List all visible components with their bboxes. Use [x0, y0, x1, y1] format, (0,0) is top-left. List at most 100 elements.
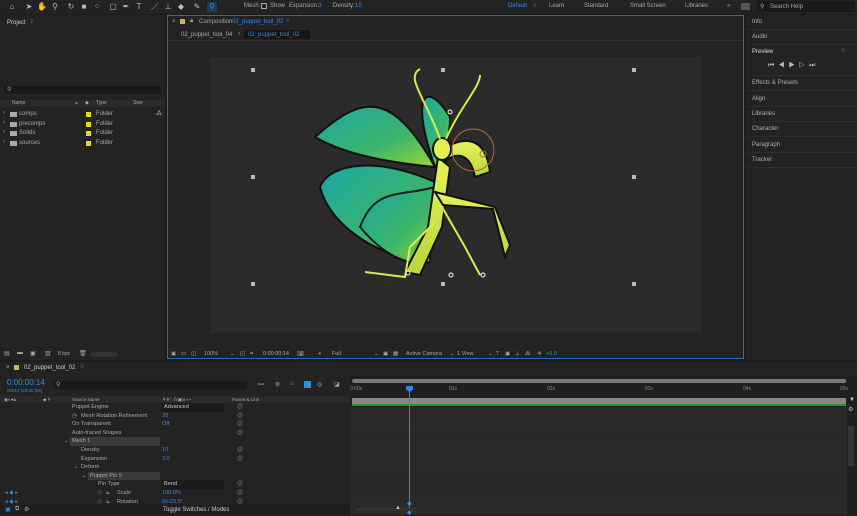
channel-icon[interactable]: ●: [318, 349, 321, 359]
transform-handle[interactable]: [441, 68, 445, 72]
fast-previews-icon[interactable]: ▣: [505, 349, 510, 359]
transform-handle[interactable]: [251, 68, 255, 72]
breadcrumb-current[interactable]: 02_puppet_tool_02: [244, 30, 310, 39]
panel-preview[interactable]: Preview: [752, 49, 773, 55]
flowchart-icon[interactable]: ⁂: [156, 110, 162, 117]
stopwatch-icon[interactable]: ◷: [97, 489, 102, 498]
expression-pick-whip-icon[interactable]: @: [237, 446, 243, 455]
play-icon[interactable]: ▶: [789, 62, 799, 69]
transform-handle[interactable]: [632, 175, 636, 179]
breadcrumb-item[interactable]: 02_puppet_tool_04: [181, 32, 232, 38]
panel-menu-icon[interactable]: ≡: [30, 19, 34, 25]
transform-handle[interactable]: [251, 282, 255, 286]
panel-audio[interactable]: Audio: [752, 34, 767, 40]
panel-menu-icon[interactable]: ≡: [286, 18, 290, 24]
brush-tool-icon[interactable]: ／: [150, 2, 160, 12]
property-row[interactable]: Puppet Engine Advanced @: [0, 403, 350, 412]
zoom-slider[interactable]: [355, 508, 415, 511]
property-row[interactable]: ⌄ Puppet Pin 5: [0, 471, 350, 481]
previous-frame-icon[interactable]: ◀: [778, 62, 788, 69]
panel-tracker[interactable]: Tracker: [752, 157, 772, 163]
transform-handle[interactable]: [251, 175, 255, 179]
current-time[interactable]: 0:00:00:14: [263, 349, 289, 359]
frame-blending-icon[interactable]: [304, 381, 311, 388]
property-row[interactable]: Expansion 3.0 @: [0, 455, 350, 464]
hand-tool-icon[interactable]: ✋: [37, 2, 47, 12]
comp-marker-icon[interactable]: ▼: [849, 397, 855, 403]
toggle-pixel-aspect-icon[interactable]: ⊤: [495, 349, 500, 359]
new-folder-icon[interactable]: ▬: [17, 350, 23, 356]
bit-depth[interactable]: 8 bpc: [58, 351, 70, 357]
panel-libraries[interactable]: Libraries: [752, 111, 775, 117]
expansion-value[interactable]: 3: [318, 3, 321, 9]
sort-icon[interactable]: ▲: [74, 100, 79, 107]
property-row[interactable]: On Transparent Off @: [0, 420, 350, 429]
zoom-tool-icon[interactable]: ⚲: [50, 2, 60, 12]
layer-switches-icon[interactable]: ▣: [5, 506, 11, 513]
graph-icon[interactable]: ⊾: [106, 489, 111, 498]
zoom-in-icon[interactable]: ▲: [395, 505, 401, 511]
project-search-input[interactable]: ⚲: [4, 86, 161, 94]
toggle-switches-modes[interactable]: Toggle Switches / Modes: [163, 507, 229, 513]
lock-icon[interactable]: 🔒︎: [190, 18, 193, 25]
resolution-toggle-icon[interactable]: ◰: [240, 349, 245, 359]
expression-pick-whip-icon[interactable]: @: [237, 480, 243, 489]
exposure-value[interactable]: +0.0: [546, 349, 557, 359]
timeline-search-input[interactable]: ⚲: [53, 381, 247, 389]
expression-pick-whip-icon[interactable]: @: [237, 403, 243, 412]
composition-canvas[interactable]: [210, 57, 701, 333]
vr-icon[interactable]: ◫: [191, 349, 196, 359]
thumbnail-slider[interactable]: [90, 352, 118, 357]
project-settings-icon[interactable]: ▥: [45, 350, 51, 357]
exposure-icon[interactable]: ✲: [537, 349, 542, 359]
panel-menu-icon[interactable]: ≡: [841, 48, 845, 54]
panel-align[interactable]: Align: [752, 96, 765, 102]
flowchart-icon[interactable]: ⁂: [525, 349, 531, 359]
rotate-tool-icon[interactable]: ↻: [66, 2, 76, 12]
list-item[interactable]: › sources Folder: [0, 139, 165, 148]
region-of-interest-icon[interactable]: ▣: [383, 349, 388, 359]
label-color[interactable]: [86, 121, 91, 127]
property-value[interactable]: 20: [162, 412, 168, 421]
stopwatch-icon[interactable]: ◷: [72, 412, 77, 421]
transform-handle[interactable]: [632, 68, 636, 72]
timeline-timecode[interactable]: 0:00:00:14: [7, 378, 45, 387]
column-size[interactable]: Size: [133, 100, 143, 107]
clone-stamp-icon[interactable]: ⊥: [163, 2, 173, 12]
panel-info[interactable]: Info: [752, 19, 762, 25]
transform-handle[interactable]: [441, 282, 445, 286]
expression-pick-whip-icon[interactable]: @: [237, 412, 243, 421]
comp-button-icon[interactable]: ⚙: [848, 406, 853, 413]
list-item[interactable]: › Solids Folder: [0, 129, 165, 138]
transfer-controls-icon[interactable]: ⧉: [15, 506, 19, 513]
comp-panel-title[interactable]: Composition: [199, 19, 232, 25]
magnification-dropdown[interactable]: 100%: [204, 349, 218, 359]
last-frame-icon[interactable]: ⏭: [809, 62, 819, 69]
pen-tool-icon[interactable]: ✒: [121, 2, 131, 12]
label-color[interactable]: [86, 112, 91, 117]
playhead-handle[interactable]: [406, 386, 413, 392]
timeline-tab[interactable]: 02_puppet_tool_02: [24, 365, 75, 371]
list-item[interactable]: › precomps Folder: [0, 120, 165, 129]
motion-blur-icon[interactable]: ◎: [317, 381, 322, 388]
rectangle-tool-icon[interactable]: ▢: [108, 2, 118, 12]
label-color[interactable]: [86, 131, 91, 136]
interpret-footage-icon[interactable]: ▤: [4, 350, 10, 357]
first-frame-icon[interactable]: ⏮: [768, 62, 778, 69]
composition-mini-flowchart-icon[interactable]: ⊶: [258, 381, 264, 388]
shy-layers-icon[interactable]: ⌂: [290, 381, 294, 387]
sync-icon[interactable]: [741, 3, 750, 10]
column-source-name[interactable]: Source Name: [72, 396, 100, 403]
property-row[interactable]: ◂ ◆ ▸ ◷ ⊾ Scale 100.0% @: [0, 489, 350, 498]
property-row[interactable]: Density 10 @: [0, 446, 350, 455]
resolution-dropdown[interactable]: Full: [332, 349, 341, 359]
graph-editor-icon[interactable]: ◪: [334, 381, 340, 388]
puppet-pin-tool-icon[interactable]: ⚲: [207, 2, 217, 12]
project-title[interactable]: Project: [7, 20, 26, 26]
transform-handle[interactable]: [632, 282, 636, 286]
close-icon[interactable]: ×: [172, 19, 176, 25]
timeline-icon[interactable]: ⊥: [515, 349, 520, 359]
views-dropdown[interactable]: 1 View: [457, 349, 473, 359]
puppet-engine-dropdown[interactable]: Advanced: [162, 403, 224, 412]
property-row[interactable]: Auto-traced Shapes @: [0, 429, 350, 438]
